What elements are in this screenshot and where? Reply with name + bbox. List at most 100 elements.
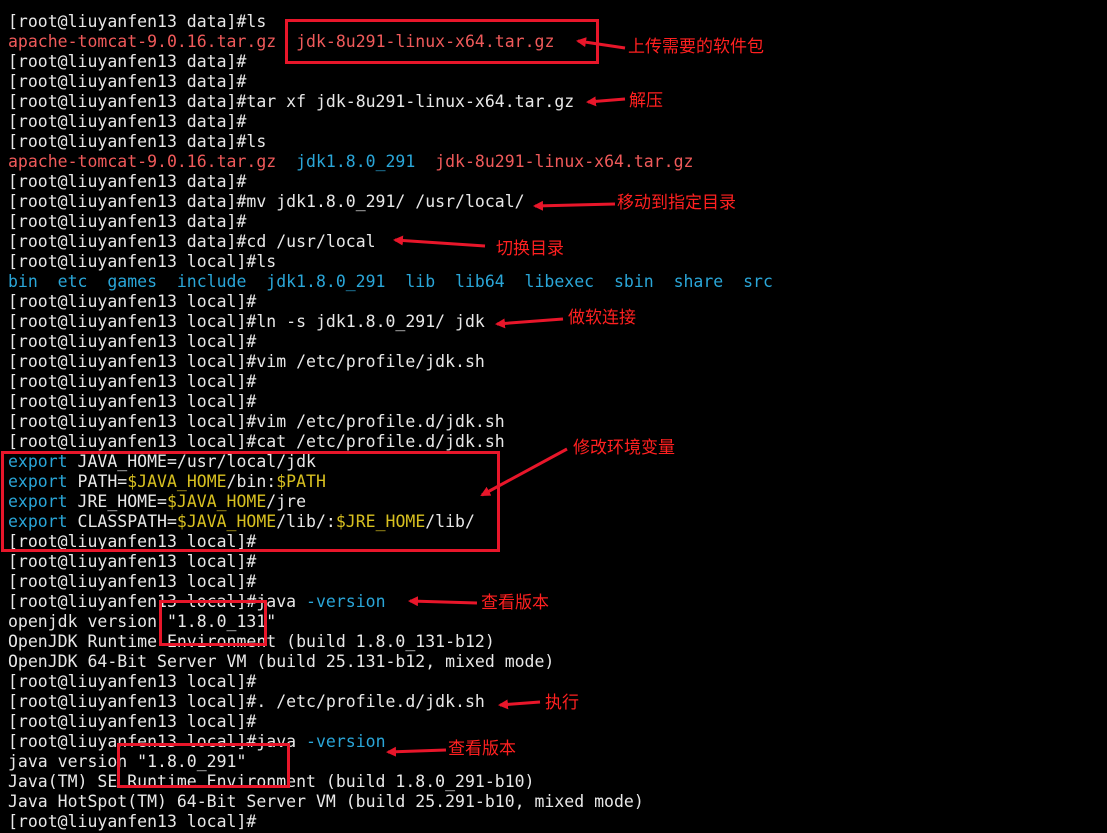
shell-prompt: [root@liuyanfen13 local]# — [8, 312, 257, 331]
terminal-text: bin etc games include jdk1.8.0_291 lib l… — [8, 272, 773, 291]
terminal-line: [root@liuyanfen13 data]# — [8, 112, 773, 132]
shell-prompt: [root@liuyanfen13 data]# — [8, 132, 247, 151]
shell-prompt: [root@liuyanfen13 local]# — [8, 672, 257, 691]
shell-prompt: [root@liuyanfen13 data]# — [8, 192, 247, 211]
terminal-line: [root@liuyanfen13 local]# — [8, 532, 773, 552]
terminal-line: [root@liuyanfen13 local]# — [8, 372, 773, 392]
terminal-line: export PATH=$JAVA_HOME/bin:$PATH — [8, 472, 773, 492]
terminal-text: Java(TM) SE Runtime Environment (build 1… — [8, 772, 535, 791]
terminal-text: /lib/: — [276, 512, 336, 531]
terminal-text: cat /etc/profile.d/jdk.sh — [256, 432, 505, 451]
terminal-text: apache-tomcat-9.0.16.tar.gz — [8, 152, 277, 171]
terminal-line: [root@liuyanfen13 local]# — [8, 812, 773, 832]
terminal-text: ln -s jdk1.8.0_291/ jdk — [256, 312, 485, 331]
terminal-text: tar xf jdk-8u291-linux-x64.tar.gz — [246, 92, 575, 111]
terminal-text: java version "1.8.0_291" — [8, 752, 247, 771]
terminal-line: [root@liuyanfen13 local]# — [8, 552, 773, 572]
terminal-text: CLASSPATH= — [67, 512, 177, 531]
terminal-text: jdk-8u291-linux-x64.tar.gz — [435, 152, 694, 171]
terminal-text: export — [8, 492, 68, 511]
terminal-line: export JAVA_HOME=/usr/local/jdk — [8, 452, 773, 472]
terminal-line: [root@liuyanfen13 data]#ls — [8, 132, 773, 152]
terminal-line: [root@liuyanfen13 data]#ls — [8, 12, 773, 32]
terminal-line: bin etc games include jdk1.8.0_291 lib l… — [8, 272, 773, 292]
terminal-line: java version "1.8.0_291" — [8, 752, 773, 772]
terminal-text: java — [256, 592, 307, 611]
terminal-text: $JAVA_HOME — [166, 492, 267, 511]
shell-prompt: [root@liuyanfen13 local]# — [8, 352, 257, 371]
terminal-text: . /etc/profile.d/jdk.sh — [256, 692, 485, 711]
terminal-line: apache-tomcat-9.0.16.tar.gz jdk-8u291-li… — [8, 32, 773, 52]
terminal-line: [root@liuyanfen13 data]#cd /usr/local — [8, 232, 773, 252]
terminal-text: /jre — [266, 492, 307, 511]
terminal-line: [root@liuyanfen13 local]# — [8, 572, 773, 592]
shell-prompt: [root@liuyanfen13 local]# — [8, 812, 257, 831]
shell-prompt: [root@liuyanfen13 data]# — [8, 232, 247, 251]
shell-prompt: [root@liuyanfen13 data]# — [8, 92, 247, 111]
terminal-line: [root@liuyanfen13 local]#vim /etc/profil… — [8, 352, 773, 372]
terminal-text: $JAVA_HOME — [127, 472, 227, 491]
terminal-text: ls — [246, 132, 267, 151]
terminal-text: PATH= — [67, 472, 128, 491]
terminal-line: apache-tomcat-9.0.16.tar.gz jdk1.8.0_291… — [8, 152, 773, 172]
terminal-line: [root@liuyanfen13 local]#. /etc/profile.… — [8, 692, 773, 712]
terminal-line: [root@liuyanfen13 local]# — [8, 392, 773, 412]
shell-prompt: [root@liuyanfen13 data]# — [8, 12, 247, 31]
terminal-line: [root@liuyanfen13 local]# — [8, 672, 773, 692]
shell-prompt: [root@liuyanfen13 data]# — [8, 72, 247, 91]
shell-prompt: [root@liuyanfen13 local]# — [8, 412, 257, 431]
shell-prompt: [root@liuyanfen13 local]# — [8, 592, 257, 611]
terminal-text: openjdk version "1.8.0_131" — [8, 612, 277, 631]
terminal-line: [root@liuyanfen13 local]#java -version — [8, 732, 773, 752]
terminal-line: [root@liuyanfen13 local]# — [8, 292, 773, 312]
terminal-text: vim /etc/profile.d/jdk.sh — [256, 412, 505, 431]
terminal-line: [root@liuyanfen13 local]#vim /etc/profil… — [8, 412, 773, 432]
terminal-text: export — [8, 452, 68, 471]
terminal-text: -version — [306, 732, 386, 751]
terminal-line: [root@liuyanfen13 local]#ln -s jdk1.8.0_… — [8, 312, 773, 332]
terminal-text: java — [256, 732, 307, 751]
terminal-text: export — [8, 472, 68, 491]
terminal-line: [root@liuyanfen13 local]# — [8, 332, 773, 352]
terminal-text: jdk-8u291-linux-x64.tar.gz — [296, 32, 555, 51]
terminal-line: [root@liuyanfen13 local]#cat /etc/profil… — [8, 432, 773, 452]
terminal-line: OpenJDK Runtime Environment (build 1.8.0… — [8, 632, 773, 652]
terminal-text: $JAVA_HOME — [176, 512, 277, 531]
terminal-line: [root@liuyanfen13 data]#mv jdk1.8.0_291/… — [8, 192, 773, 212]
terminal-text: ls — [246, 12, 267, 31]
terminal-line: [root@liuyanfen13 data]# — [8, 52, 773, 72]
shell-prompt: [root@liuyanfen13 local]# — [8, 732, 257, 751]
terminal-line: export CLASSPATH=$JAVA_HOME/lib/:$JRE_HO… — [8, 512, 773, 532]
shell-prompt: [root@liuyanfen13 data]# — [8, 112, 247, 131]
shell-prompt: [root@liuyanfen13 data]# — [8, 52, 247, 71]
terminal-text: JRE_HOME= — [67, 492, 167, 511]
terminal-text: cd /usr/local — [246, 232, 376, 251]
terminal-line: [root@liuyanfen13 data]# — [8, 72, 773, 92]
terminal-line: [root@liuyanfen13 data]# — [8, 172, 773, 192]
shell-prompt: [root@liuyanfen13 local]# — [8, 332, 257, 351]
terminal-text: OpenJDK 64-Bit Server VM (build 25.131-b… — [8, 652, 555, 671]
shell-prompt: [root@liuyanfen13 local]# — [8, 372, 257, 391]
shell-prompt: [root@liuyanfen13 local]# — [8, 392, 257, 411]
shell-prompt: [root@liuyanfen13 data]# — [8, 172, 247, 191]
shell-prompt: [root@liuyanfen13 local]# — [8, 252, 257, 271]
shell-prompt: [root@liuyanfen13 local]# — [8, 292, 257, 311]
terminal-text: ls — [256, 252, 277, 271]
terminal-text: vim /etc/profile/jdk.sh — [256, 352, 485, 371]
terminal-text: /bin: — [226, 472, 277, 491]
shell-prompt: [root@liuyanfen13 local]# — [8, 532, 257, 551]
shell-prompt: [root@liuyanfen13 data]# — [8, 212, 247, 231]
terminal-text: Java HotSpot(TM) 64-Bit Server VM (build… — [8, 792, 644, 811]
terminal-line: Java(TM) SE Runtime Environment (build 1… — [8, 772, 773, 792]
terminal-text: $JRE_HOME — [335, 512, 426, 531]
terminal-text: $PATH — [276, 472, 326, 491]
shell-prompt: [root@liuyanfen13 local]# — [8, 572, 257, 591]
terminal-text: -version — [306, 592, 386, 611]
terminal-text: JAVA_HOME=/usr/local/jdk — [67, 452, 316, 471]
terminal-output[interactable]: [root@liuyanfen13 data]#ls apache-tomcat-… — [8, 12, 773, 832]
terminal-line: [root@liuyanfen13 local]# — [8, 712, 773, 732]
terminal-line: [root@liuyanfen13 local]#ls — [8, 252, 773, 272]
terminal-text: apache-tomcat-9.0.16.tar.gz — [8, 32, 277, 51]
